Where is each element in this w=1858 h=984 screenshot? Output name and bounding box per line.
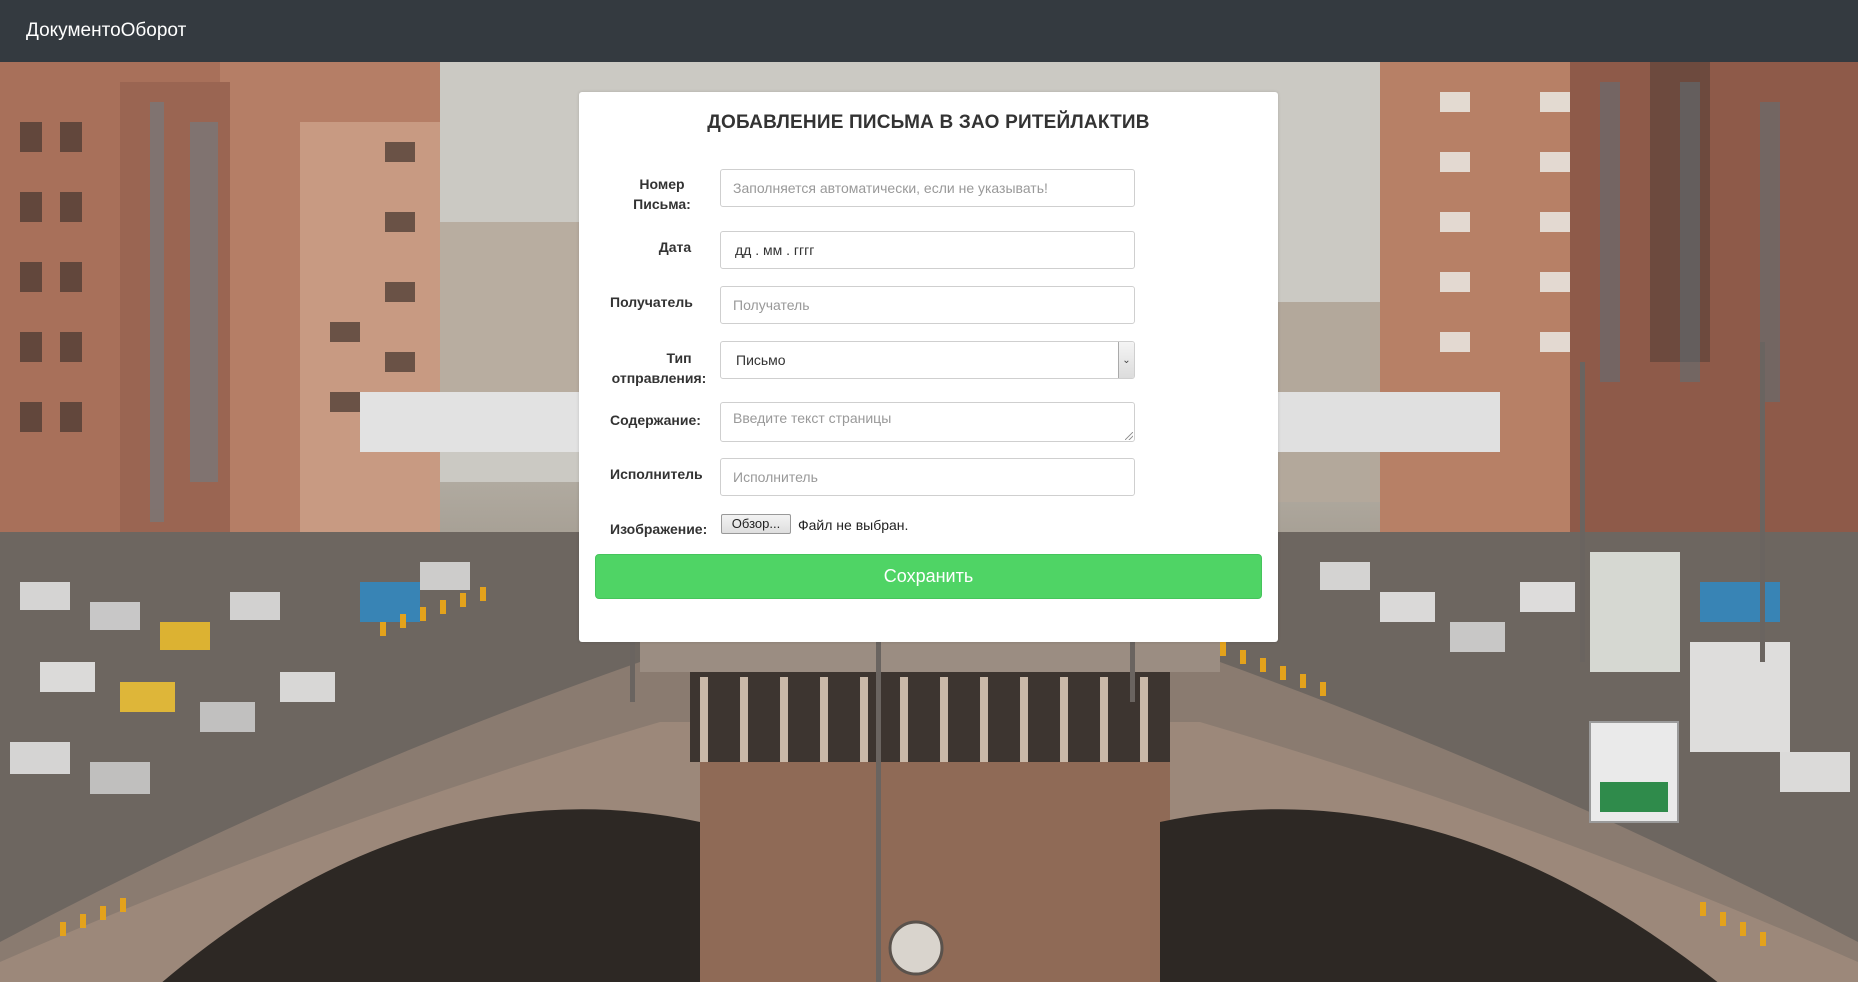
send-type-label-line2: отправления: [611,370,707,386]
content-textarea-wrap [720,402,1135,442]
executor-input[interactable] [720,458,1135,496]
resize-grip-icon[interactable] [1125,432,1133,440]
date-label: Дата [658,239,692,255]
date-input[interactable]: дд . мм . гггг [720,231,1135,269]
save-button[interactable]: Сохранить [595,554,1262,599]
send-type-select[interactable]: Письмо ⌄ [720,341,1135,379]
content-label: Содержание: [610,412,701,428]
recipient-input[interactable] [720,286,1135,324]
content-textarea[interactable] [720,402,1135,442]
chevron-down-icon[interactable]: ⌄ [1118,342,1134,378]
image-label: Изображение: [610,521,708,537]
number-label-line1: Номер [639,176,685,192]
form-title: ДОБАВЛЕНИЕ ПИСЬМА В ЗАО РИТЕЙЛАКТИВ [707,112,1150,133]
send-type-label-line1: Тип [666,350,692,366]
number-label: Номер Письма: [631,174,693,214]
browse-file-button[interactable]: Обзор... [721,514,791,534]
brand-link[interactable]: ДокументоОборот [26,20,186,42]
send-type-label: Тип отправления: [610,348,708,388]
send-type-selected-value: Письмо [736,352,786,368]
letter-number-input[interactable] [720,169,1135,207]
recipient-label: Получатель [610,294,693,310]
file-status-text: Файл не выбран. [798,517,909,533]
top-navbar: ДокументоОборот [0,0,1858,62]
executor-label: Исполнитель [610,466,703,482]
add-letter-form-card: ДОБАВЛЕНИЕ ПИСЬМА В ЗАО РИТЕЙЛАКТИВ Номе… [579,92,1278,642]
date-placeholder: дд . мм . гггг [735,242,815,258]
number-label-line2: Письма: [633,196,691,212]
